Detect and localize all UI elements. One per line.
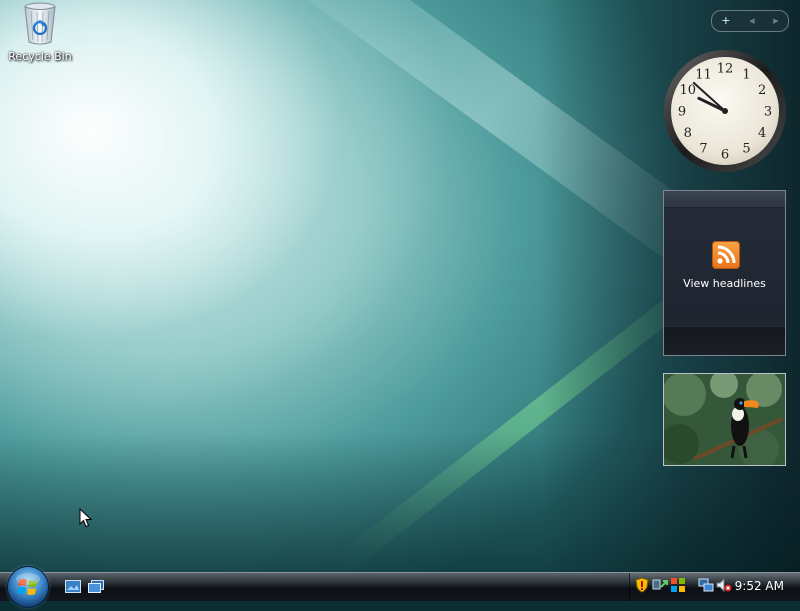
- clock-numeral: 10: [680, 83, 697, 98]
- taskbar: 9:52 AM: [0, 567, 800, 607]
- clock-numeral: 2: [758, 83, 766, 98]
- clock-numeral: 7: [699, 142, 707, 157]
- feed-gadget-footer: [664, 326, 785, 355]
- security-shield-icon[interactable]: [634, 577, 650, 593]
- slideshow-gadget[interactable]: [663, 373, 786, 466]
- clock-numeral: 8: [684, 126, 692, 141]
- clock-gadget[interactable]: 12 1 2 3 4 5 6 7 8 9 10 11: [662, 48, 788, 174]
- clock-face: 12 12 3 45678 9 1011: [664, 50, 786, 172]
- add-gadget-button[interactable]: +: [721, 11, 730, 31]
- network-activity-icon[interactable]: [652, 577, 668, 593]
- feed-gadget-header: [664, 191, 785, 208]
- clock-numeral: 11: [695, 67, 712, 82]
- clock-numeral: 9: [678, 105, 686, 120]
- network-icon[interactable]: [698, 577, 714, 593]
- show-desktop-icon[interactable]: [65, 579, 81, 593]
- view-headlines-link[interactable]: View headlines: [664, 277, 785, 290]
- clock-center-pin: [722, 108, 728, 114]
- sidebar-controls: + ◂ ▸: [711, 10, 789, 32]
- clock-numeral: 12: [717, 62, 734, 77]
- rss-icon: [712, 241, 740, 269]
- next-page-button[interactable]: ▸: [773, 11, 779, 31]
- clock-numeral: 5: [742, 142, 750, 157]
- notification-area: 9:52 AM: [629, 573, 800, 601]
- desktop-wallpaper[interactable]: Recycle Bin + ◂ ▸ 12 1 2 3 4 5 6 7 8 9 1…: [0, 0, 800, 572]
- windows-update-icon[interactable]: [670, 577, 686, 593]
- mouse-pointer-icon: [79, 507, 93, 532]
- clock-numeral: 1: [742, 67, 750, 82]
- feed-headlines-gadget[interactable]: View headlines: [663, 190, 786, 356]
- switch-windows-icon[interactable]: [88, 579, 104, 593]
- windows-start-orb-icon: [16, 573, 40, 595]
- desktop-icon-recycle-bin[interactable]: Recycle Bin: [6, 2, 74, 63]
- volume-muted-icon[interactable]: [716, 577, 732, 593]
- taskbar-clock[interactable]: 9:52 AM: [735, 573, 784, 599]
- clock-numeral: 4: [758, 126, 766, 141]
- previous-page-button[interactable]: ◂: [749, 11, 755, 31]
- start-button[interactable]: [8, 567, 48, 607]
- recycle-bin-label: Recycle Bin: [8, 50, 72, 63]
- toucan-photo: [664, 374, 785, 465]
- clock-numeral: 3: [764, 105, 772, 120]
- clock-numeral: 6: [721, 148, 729, 163]
- recycle-bin-icon: [23, 2, 57, 46]
